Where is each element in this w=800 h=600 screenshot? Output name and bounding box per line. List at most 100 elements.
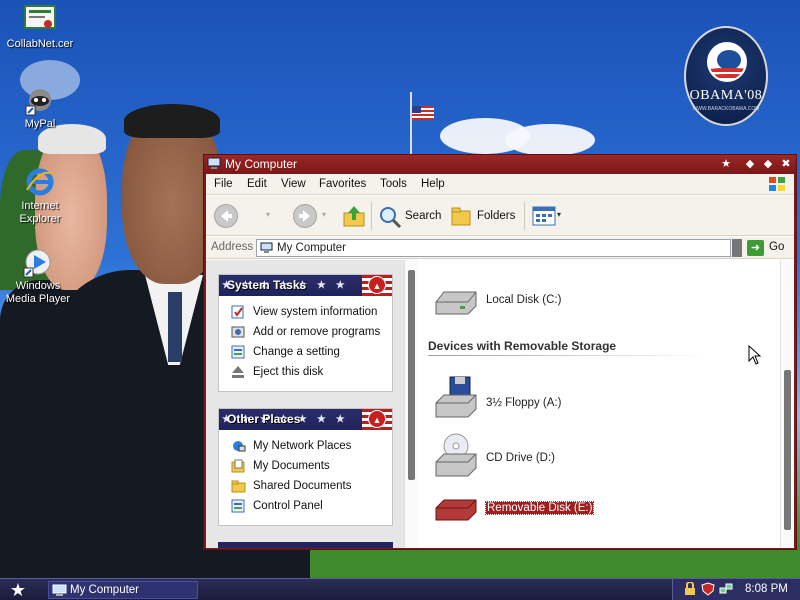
toolbar-separator	[524, 202, 525, 230]
shield-icon[interactable]	[701, 582, 715, 596]
campaign-logo-icon	[707, 42, 747, 82]
task-pane-scrollbar[interactable]	[404, 260, 418, 548]
forward-dropdown-icon[interactable]: ▾	[322, 210, 326, 219]
folder-icon	[231, 480, 246, 493]
desktop-icon-label: Internet Explorer	[19, 200, 61, 225]
my-documents-icon	[231, 459, 245, 473]
desktop-icon-mypal[interactable]: MyPal	[2, 84, 78, 131]
collapse-chevron-icon[interactable]: ▲	[368, 410, 386, 428]
maximize-button[interactable]: ◆	[760, 156, 776, 172]
windows-logo-icon	[769, 177, 785, 191]
my-computer-icon	[52, 584, 67, 596]
go-arrow-icon: ➜	[747, 240, 764, 256]
taskbar: ★ My Computer 8:08 PM	[0, 578, 800, 600]
back-button[interactable]	[214, 204, 238, 228]
address-field[interactable]: My Computer	[256, 239, 731, 257]
menu-favorites[interactable]: Favorites	[319, 178, 366, 190]
my-computer-icon	[260, 242, 273, 253]
other-places-panel: ★★★★★★★ Other Places ▲ My Network Places…	[218, 408, 393, 526]
drive-list-scrollbar[interactable]	[780, 260, 794, 548]
network-icon[interactable]	[719, 582, 733, 596]
task-view-system-info[interactable]: View system information	[219, 302, 392, 322]
place-label: My Documents	[253, 460, 330, 472]
scrollbar-thumb[interactable]	[784, 370, 791, 530]
close-button[interactable]: ✖	[778, 156, 794, 172]
forward-button[interactable]	[293, 204, 317, 228]
address-value: My Computer	[277, 242, 347, 254]
campaign-badge: OBAMA'08 WWW.BARACKOBAMA.COM	[684, 26, 768, 126]
drive-cd-d[interactable]: CD Drive (D:)	[432, 432, 682, 480]
hard-disk-icon	[435, 291, 477, 315]
flagpole	[410, 92, 412, 162]
task-change-setting[interactable]: Change a setting	[219, 342, 392, 362]
place-my-network-places[interactable]: My Network Places	[219, 436, 392, 456]
place-my-documents[interactable]: My Documents	[219, 456, 392, 476]
back-dropdown-icon[interactable]: ▾	[266, 210, 270, 219]
control-panel-icon	[231, 499, 245, 513]
star-icon: ★	[721, 158, 731, 170]
scrollbar-thumb[interactable]	[408, 270, 415, 480]
task-label: Change a setting	[253, 346, 340, 358]
address-dropdown-button[interactable]	[732, 239, 742, 257]
drive-floppy-a[interactable]: 3½ Floppy (A:)	[432, 375, 682, 423]
task-label: Add or remove programs	[253, 326, 381, 338]
floppy-drive-icon	[435, 376, 477, 418]
collapse-chevron-icon[interactable]: ▲	[368, 276, 386, 294]
person-right-hair	[124, 104, 220, 138]
folders-icon[interactable]	[450, 205, 474, 227]
security-icon[interactable]	[683, 582, 697, 596]
views-dropdown-icon[interactable]: ▾	[557, 210, 561, 219]
menu-view[interactable]: View	[281, 178, 306, 190]
task-add-remove-programs[interactable]: Add or remove programs	[219, 322, 392, 342]
mouse-cursor-icon	[748, 345, 762, 365]
search-button[interactable]: Search	[405, 210, 441, 222]
raccoon-shortcut-icon	[24, 84, 56, 116]
drive-label: 3½ Floppy (A:)	[486, 397, 562, 409]
task-eject-disk[interactable]: Eject this disk	[219, 362, 392, 382]
go-button[interactable]: ➜ Go	[746, 239, 790, 257]
search-icon[interactable]	[378, 205, 402, 229]
my-computer-window: My Computer ★ ◆ ◆ ✖ File Edit View Favor…	[203, 154, 797, 550]
task-label: Eject this disk	[253, 366, 324, 378]
toolbar-separator	[371, 202, 372, 230]
clock[interactable]: 8:08 PM	[745, 583, 788, 595]
menu-edit[interactable]: Edit	[247, 178, 267, 190]
my-computer-icon	[207, 157, 221, 169]
other-places-header[interactable]: ★★★★★★★ Other Places ▲	[219, 409, 392, 430]
desktop-icon-label: MyPal	[24, 118, 56, 130]
menu-file[interactable]: File	[214, 178, 233, 190]
desktop-icon-collabnet[interactable]: CollabNet.cer	[2, 4, 78, 51]
start-button[interactable]: ★	[0, 579, 36, 600]
up-folder-button[interactable]	[342, 205, 366, 227]
drive-list: Local Disk (C:) Devices with Removable S…	[418, 260, 780, 548]
menu-bar: File Edit View Favorites Tools Help	[206, 174, 794, 195]
removable-storage-heading: Devices with Removable Storage	[428, 339, 617, 353]
window-title: My Computer	[225, 157, 298, 171]
drive-local-disk-c[interactable]: Local Disk (C:)	[432, 280, 682, 328]
desktop-icon-label: Windows Media Player	[5, 280, 71, 305]
taskbar-button-my-computer[interactable]: My Computer	[48, 581, 198, 599]
removable-disk-icon	[435, 499, 477, 521]
back-arrow-icon	[221, 210, 232, 222]
desktop-icon-internet-explorer[interactable]: Internet Explorer	[2, 166, 78, 226]
details-panel-header-partial[interactable]	[218, 542, 393, 548]
menu-tools[interactable]: Tools	[380, 178, 407, 190]
desktop-icon-label: CollabNet.cer	[6, 38, 74, 50]
desktop-icon-media-player[interactable]: Windows Media Player	[0, 246, 76, 306]
views-icon[interactable]	[532, 206, 556, 226]
menu-help[interactable]: Help	[421, 178, 445, 190]
system-tasks-panel: ★★★★★★★ System Tasks ▲ View system infor…	[218, 274, 393, 392]
forward-arrow-icon	[299, 210, 310, 222]
cd-drive-icon	[435, 433, 477, 477]
folders-button[interactable]: Folders	[477, 210, 515, 222]
minimize-button[interactable]: ◆	[742, 156, 758, 172]
place-control-panel[interactable]: Control Panel	[219, 496, 392, 516]
place-label: Shared Documents	[253, 480, 352, 492]
window-title-bar[interactable]: My Computer ★ ◆ ◆ ✖	[204, 155, 796, 173]
drive-removable-e[interactable]: Removable Disk (E:)	[432, 492, 682, 540]
system-info-icon	[231, 305, 244, 319]
panel-title: Other Places	[227, 412, 301, 426]
address-bar: Address My Computer ➜ Go	[206, 237, 794, 259]
place-shared-documents[interactable]: Shared Documents	[219, 476, 392, 496]
system-tasks-header[interactable]: ★★★★★★★ System Tasks ▲	[219, 275, 392, 296]
